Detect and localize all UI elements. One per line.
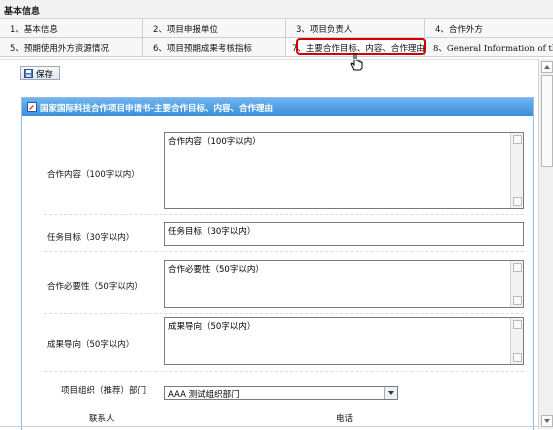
org-selected-value: AAA 测试组织部门	[168, 390, 240, 400]
textarea-scrollbar[interactable]	[510, 261, 523, 307]
orientation-textarea[interactable]: 成果导向（50字以内）	[164, 317, 524, 365]
goal-input[interactable]: 任务目标（30字以内）	[164, 222, 524, 246]
tab-foreign-resources[interactable]: 5、预期使用外方资源情况	[0, 38, 143, 57]
edit-form-icon	[27, 102, 37, 112]
tab-label: 2、项目申报单位	[153, 25, 218, 35]
panel-title: 国家国际科技合作项目申请书-主要合作目标、内容、合作理由	[40, 104, 274, 114]
scroll-thumb[interactable]	[541, 75, 553, 167]
goal-label: 任务目标（30字以内）	[47, 233, 135, 243]
tab-label: 1、基本信息	[10, 25, 58, 35]
org-label: 项目组织（推荐）部门	[61, 386, 147, 396]
row-divider	[44, 251, 524, 252]
content-label: 合作内容（100字以内）	[47, 170, 140, 180]
textarea-scrollbar[interactable]	[510, 133, 523, 208]
tab-basic-info[interactable]: 1、基本信息	[0, 19, 143, 38]
tab-applicant-unit[interactable]: 2、项目申报单位	[143, 19, 286, 38]
tab-label: 4、合作外方	[435, 25, 483, 35]
toolbar	[0, 59, 553, 86]
phone-label: 电话	[336, 414, 354, 424]
row-divider	[44, 371, 524, 372]
bottom-border	[0, 426, 538, 427]
save-icon	[24, 69, 33, 78]
tab-label: 6、项目预期成果考核指标	[153, 44, 252, 54]
orientation-label: 成果导向（50字以内）	[47, 340, 135, 350]
tab-project-leader[interactable]: 3、项目负责人	[286, 19, 425, 38]
scroll-down-arrow-icon[interactable]	[513, 296, 522, 305]
content-text: 合作内容（100字以内）	[168, 137, 261, 147]
necessity-label: 合作必要性（50字以内）	[47, 282, 143, 292]
tab-general-information[interactable]: 8、General Information of the Project	[425, 38, 553, 57]
tab-label: 8、General Information of the Project	[433, 44, 553, 54]
scroll-down-arrow-icon[interactable]	[541, 415, 553, 427]
save-button-label: 保存	[36, 70, 54, 80]
panel-header: 国家国际科技合作项目申请书-主要合作目标、内容、合作理由	[22, 98, 533, 116]
necessity-textarea[interactable]: 合作必要性（50字以内）	[164, 260, 524, 308]
textarea-scrollbar[interactable]	[510, 318, 523, 364]
scroll-down-arrow-icon[interactable]	[513, 353, 522, 362]
contact-label: 联系人	[89, 414, 115, 424]
row-divider	[44, 214, 524, 215]
save-button[interactable]: 保存	[20, 66, 60, 80]
row-divider	[44, 313, 524, 314]
scroll-up-arrow-icon[interactable]	[541, 61, 553, 73]
page-title: 基本信息	[4, 7, 41, 17]
goal-text: 任务目标（30字以内）	[168, 227, 256, 237]
chevron-down-icon[interactable]	[384, 387, 397, 399]
scroll-up-arrow-icon[interactable]	[513, 263, 522, 272]
tab-bar: 1、基本信息 2、项目申报单位 3、项目负责人 4、合作外方 5、预期使用外方资…	[0, 19, 553, 59]
scroll-down-arrow-icon[interactable]	[513, 197, 522, 206]
scroll-up-arrow-icon[interactable]	[513, 320, 522, 329]
content-textarea[interactable]: 合作内容（100字以内）	[164, 132, 524, 209]
tab-label: 3、项目负责人	[296, 25, 353, 35]
scroll-up-arrow-icon[interactable]	[513, 135, 522, 144]
orientation-text: 成果导向（50字以内）	[168, 322, 256, 332]
tab-label: 5、预期使用外方资源情况	[10, 44, 109, 54]
org-select[interactable]: AAA 测试组织部门	[164, 386, 398, 400]
page-header: 基本信息	[0, 0, 553, 19]
page-scrollbar[interactable]	[538, 59, 553, 429]
tab-foreign-partner[interactable]: 4、合作外方	[425, 19, 553, 38]
necessity-text: 合作必要性（50字以内）	[168, 265, 264, 275]
tab-expected-results[interactable]: 6、项目预期成果考核指标	[143, 38, 286, 57]
